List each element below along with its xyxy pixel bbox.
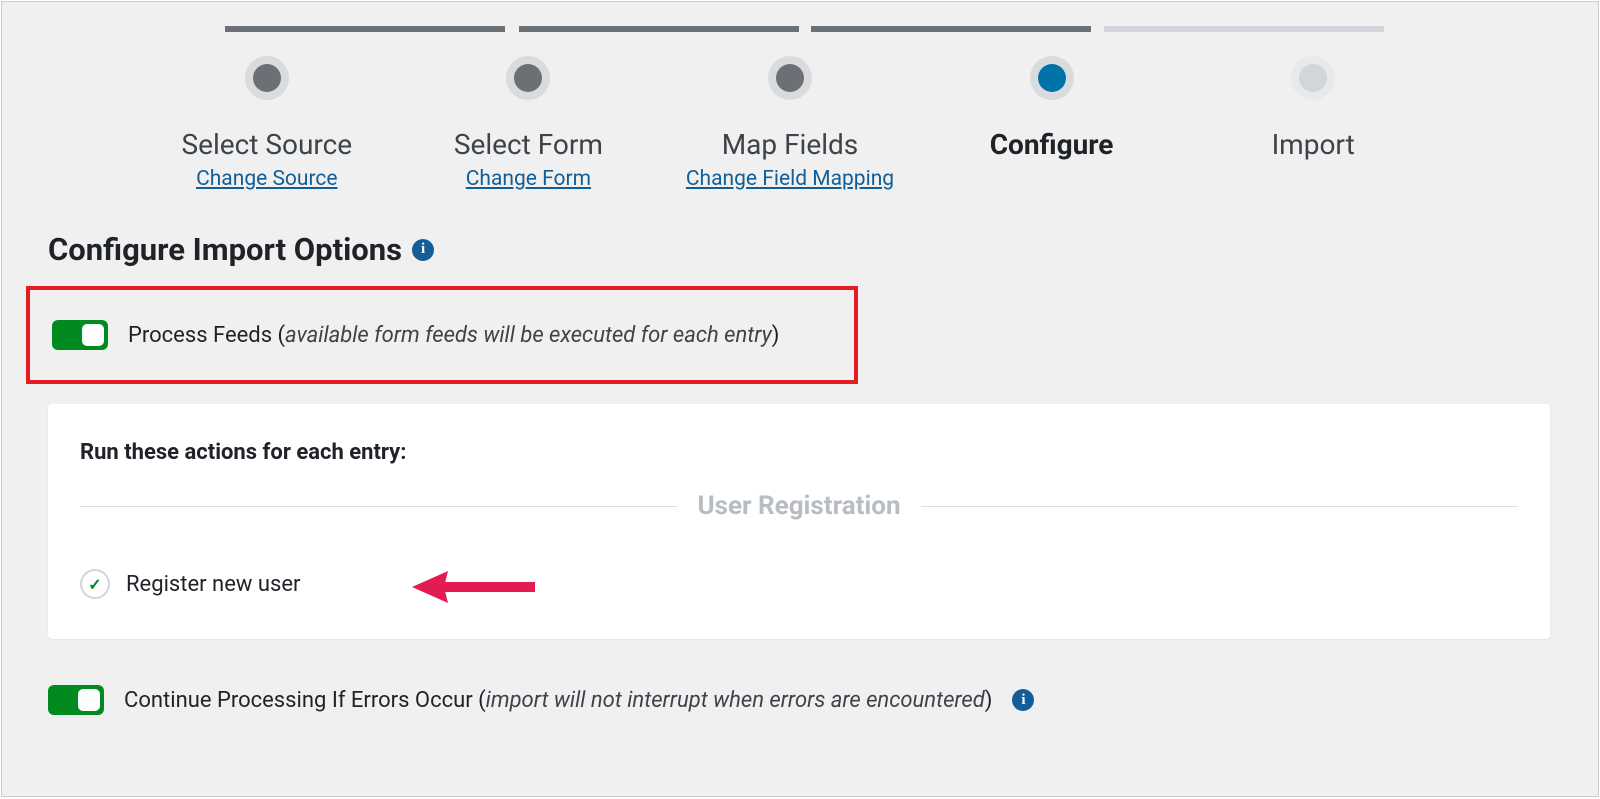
feeds-panel: Run these actions for each entry: User R…	[48, 404, 1550, 639]
step-label: Select Form	[454, 128, 603, 161]
process-feeds-label: Process Feeds (available form feeds will…	[128, 323, 779, 348]
stepper-connector	[1104, 26, 1384, 32]
step-label: Configure	[990, 128, 1114, 161]
process-feeds-highlight: Process Feeds (available form feeds will…	[26, 286, 858, 384]
stepper-connector	[811, 26, 1091, 32]
continue-on-error-label: Continue Processing If Errors Occur (imp…	[124, 688, 992, 713]
step-circle	[1030, 56, 1074, 100]
process-feeds-toggle[interactable]	[52, 320, 108, 350]
divider-line	[80, 506, 677, 507]
change-form-link[interactable]: Change Form	[466, 167, 591, 191]
panel-title: Run these actions for each entry:	[80, 440, 1518, 465]
divider-line	[921, 506, 1518, 507]
step-circle	[245, 56, 289, 100]
action-label: Register new user	[126, 572, 300, 597]
toggle-knob	[82, 324, 104, 346]
hint-open: (	[478, 688, 486, 713]
hint-close: )	[985, 688, 993, 713]
hint-open: (	[278, 323, 286, 348]
step-circle	[768, 56, 812, 100]
arrow-annotation	[410, 565, 540, 613]
continue-on-error-toggle[interactable]	[48, 685, 104, 715]
action-checkbox[interactable]: ✓	[80, 569, 110, 599]
info-icon[interactable]: i	[412, 239, 434, 261]
step-circle	[506, 56, 550, 100]
action-row: ✓ Register new user	[80, 569, 1518, 599]
continue-on-error-row: Continue Processing If Errors Occur (imp…	[6, 639, 1594, 715]
wizard-stepper: Select Source Change Source Select Form …	[6, 6, 1594, 231]
toggle-knob	[78, 689, 100, 711]
section-divider: User Registration	[80, 491, 1518, 521]
stepper-connector	[225, 26, 505, 32]
label-hint: available form feeds will be executed fo…	[285, 323, 772, 348]
page-title: Configure Import Options	[48, 231, 402, 268]
hint-close: )	[772, 323, 780, 348]
change-field-mapping-link[interactable]: Change Field Mapping	[686, 167, 894, 191]
page-inner: Select Source Change Source Select Form …	[6, 6, 1594, 796]
step-import: Import	[1182, 56, 1444, 161]
check-icon: ✓	[88, 575, 101, 594]
page-container: Select Source Change Source Select Form …	[1, 1, 1599, 797]
section-title: User Registration	[697, 491, 900, 521]
heading-row: Configure Import Options i	[6, 231, 1594, 286]
change-source-link[interactable]: Change Source	[196, 167, 337, 191]
step-select-source[interactable]: Select Source Change Source	[136, 56, 398, 191]
step-label: Map Fields	[722, 128, 859, 161]
label-hint: import will not interrupt when errors ar…	[486, 688, 985, 713]
info-icon[interactable]: i	[1012, 689, 1034, 711]
label-text: Process Feeds	[128, 323, 278, 348]
step-map-fields[interactable]: Map Fields Change Field Mapping	[659, 56, 921, 191]
stepper-connector	[519, 26, 799, 32]
step-configure: Configure	[921, 56, 1183, 161]
step-select-form[interactable]: Select Form Change Form	[398, 56, 660, 191]
step-circle	[1291, 56, 1335, 100]
step-label: Import	[1272, 128, 1355, 161]
label-text: Continue Processing If Errors Occur	[124, 688, 478, 713]
step-label: Select Source	[181, 128, 352, 161]
